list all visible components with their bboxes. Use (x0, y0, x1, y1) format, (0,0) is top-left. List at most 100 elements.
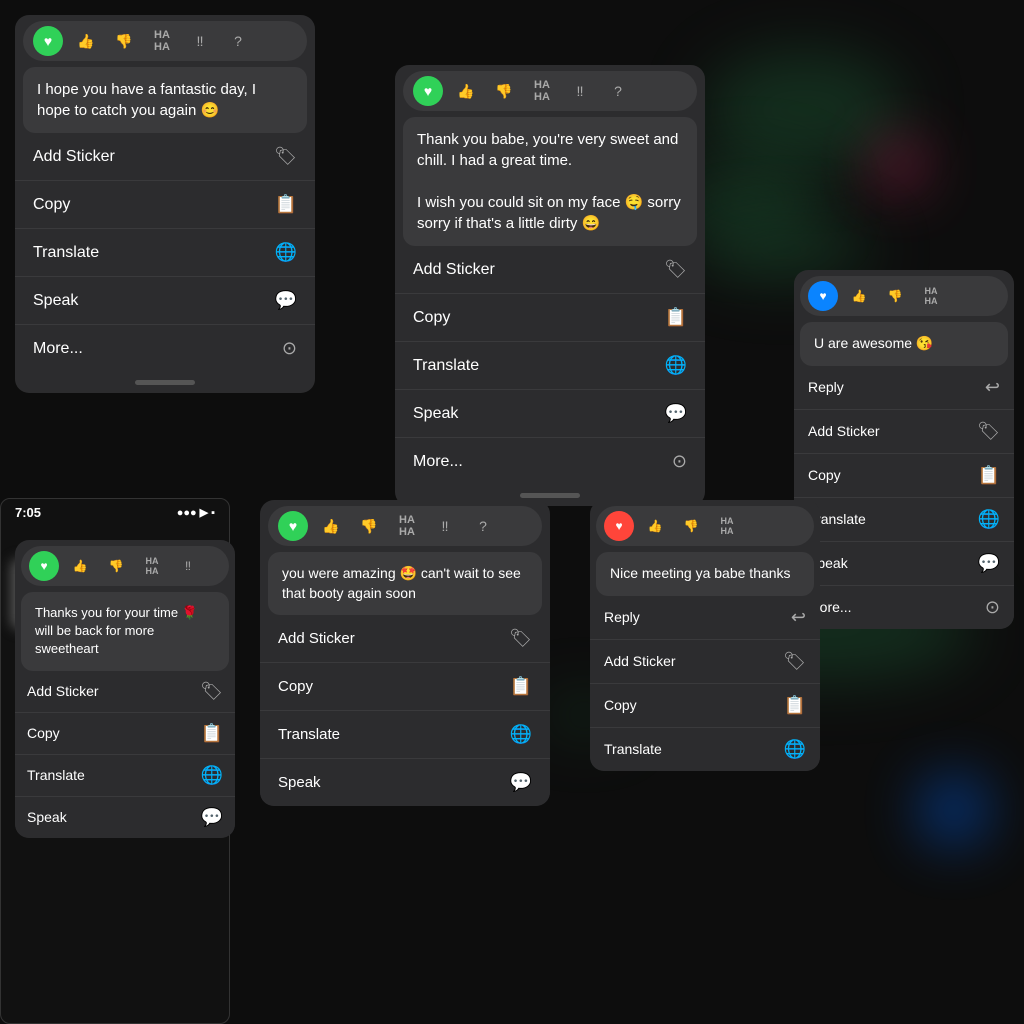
exclaim-btn-2[interactable]: ‼ (565, 76, 595, 106)
menu-copy-4[interactable]: Copy 📋 (260, 663, 550, 711)
message-text-4: you were amazing 🤩 can't wait to see tha… (282, 565, 521, 601)
menu-label: Translate (33, 244, 99, 262)
copy-icon-5: 📋 (784, 695, 806, 716)
thumbs-down-btn-6[interactable]: 👎 (101, 551, 131, 581)
heart-btn-6[interactable]: ♥ (29, 551, 59, 581)
menu-more-2[interactable]: More... ⊙ (395, 438, 705, 485)
menu-copy-2[interactable]: Copy 📋 (395, 294, 705, 342)
thumbs-down-btn-1[interactable]: 👎 (109, 26, 139, 56)
menu-add-sticker-1[interactable]: Add Sticker 🏷 (15, 133, 315, 181)
menu-add-sticker-2[interactable]: Add Sticker 🏷 (395, 246, 705, 294)
bg-blob-1 (704, 50, 904, 170)
menu-add-sticker-5[interactable]: Add Sticker 🏷 (590, 640, 820, 684)
thumbs-up-btn-2[interactable]: 👍 (451, 76, 481, 106)
menu-translate-3[interactable]: Translate 🌐 (794, 498, 1014, 542)
more-icon: ⊙ (282, 338, 297, 359)
menu-list-4: Add Sticker 🏷 Copy 📋 Translate 🌐 Speak 💬 (260, 615, 550, 806)
menu-translate-2[interactable]: Translate 🌐 (395, 342, 705, 390)
menu-add-sticker-6[interactable]: Add Sticker 🏷 (15, 671, 235, 713)
heart-btn-3[interactable]: ♥ (808, 281, 838, 311)
message-bubble-3: U are awesome 😘 (800, 322, 1008, 366)
message-bubble-2: Thank you babe, you're very sweet and ch… (403, 117, 697, 246)
speak-icon: 💬 (275, 290, 297, 311)
translate-icon-6: 🌐 (201, 765, 223, 786)
menu-copy-3[interactable]: Copy 📋 (794, 454, 1014, 498)
menu-translate-6[interactable]: Translate 🌐 (15, 755, 235, 797)
menu-translate-1[interactable]: Translate 🌐 (15, 229, 315, 277)
reply-icon-5: ↩ (791, 607, 806, 628)
menu-add-sticker-3[interactable]: Add Sticker 🏷 (794, 410, 1014, 454)
divider-1 (135, 380, 195, 385)
panel-5: ♥ 👍 👎 HAHA Nice meeting ya babe thanks R… (590, 500, 820, 771)
phone-status-bar: 7:05 ●●● ▶ ▪ (1, 499, 229, 526)
thumbs-down-btn-5[interactable]: 👎 (676, 511, 706, 541)
panel-2: ♥ 👍 👎 HAHA ‼ ? Thank you babe, you're ve… (395, 65, 705, 506)
copy-icon-3: 📋 (978, 465, 1000, 486)
message-text-2: Thank you babe, you're very sweet and ch… (417, 131, 681, 232)
exclaim-btn-4[interactable]: ‼ (430, 511, 460, 541)
sticker-icon-3: 🏷 (977, 421, 1000, 442)
menu-speak-3[interactable]: Speak 💬 (794, 542, 1014, 586)
menu-label: Add Sticker (278, 630, 355, 647)
message-text-3: U are awesome 😘 (814, 335, 933, 351)
message-text-1: I hope you have a fantastic day, I hope … (37, 81, 256, 119)
heart-btn-4[interactable]: ♥ (278, 511, 308, 541)
message-bubble-1: I hope you have a fantastic day, I hope … (23, 67, 307, 133)
message-text-5: Nice meeting ya babe thanks (610, 565, 791, 581)
question-btn-2[interactable]: ? (603, 76, 633, 106)
thumbs-down-btn-2[interactable]: 👎 (489, 76, 519, 106)
menu-reply-3[interactable]: Reply ↩ (794, 366, 1014, 410)
menu-label: Copy (27, 725, 60, 741)
copy-icon-6: 📋 (201, 723, 223, 744)
menu-label: Speak (413, 405, 458, 423)
menu-label: Translate (604, 741, 662, 757)
haha-btn-2[interactable]: HAHA (527, 76, 557, 106)
sticker-icon-5: 🏷 (783, 651, 806, 672)
menu-speak-2[interactable]: Speak 💬 (395, 390, 705, 438)
bg-blob-pink (879, 145, 919, 185)
thumbs-up-btn-4[interactable]: 👍 (316, 511, 346, 541)
haha-btn-5[interactable]: HAHA (712, 511, 742, 541)
menu-label: Speak (33, 292, 78, 310)
menu-speak-4[interactable]: Speak 💬 (260, 759, 550, 806)
menu-add-sticker-4[interactable]: Add Sticker 🏷 (260, 615, 550, 663)
exclaim-btn-6[interactable]: ‼ (173, 551, 203, 581)
thumbs-down-btn-3[interactable]: 👎 (880, 281, 910, 311)
haha-btn-1[interactable]: HAHA (147, 26, 177, 56)
speak-icon-4: 💬 (510, 772, 532, 793)
reaction-bar-6: ♥ 👍 👎 HAHA ‼ (21, 546, 229, 586)
menu-speak-1[interactable]: Speak 💬 (15, 277, 315, 325)
menu-copy-6[interactable]: Copy 📋 (15, 713, 235, 755)
menu-copy-1[interactable]: Copy 📋 (15, 181, 315, 229)
thumbs-up-btn-3[interactable]: 👍 (844, 281, 874, 311)
thumbs-up-btn-6[interactable]: 👍 (65, 551, 95, 581)
heart-btn-2[interactable]: ♥ (413, 76, 443, 106)
question-btn-4[interactable]: ? (468, 511, 498, 541)
copy-icon-4: 📋 (510, 676, 532, 697)
menu-label: More... (33, 340, 83, 358)
haha-btn-3[interactable]: HAHA (916, 281, 946, 311)
haha-btn-6[interactable]: HAHA (137, 551, 167, 581)
menu-copy-5[interactable]: Copy 📋 (590, 684, 820, 728)
reply-icon-3: ↩ (985, 377, 1000, 398)
menu-reply-5[interactable]: Reply ↩ (590, 596, 820, 640)
panel-1: ♥ 👍 👎 HAHA ‼ ? I hope you have a fantast… (15, 15, 315, 393)
thumbs-up-btn-5[interactable]: 👍 (640, 511, 670, 541)
question-btn-1[interactable]: ? (223, 26, 253, 56)
menu-more-3[interactable]: More... ⊙ (794, 586, 1014, 629)
thumbs-down-btn-4[interactable]: 👎 (354, 511, 384, 541)
haha-btn-4[interactable]: HAHA (392, 511, 422, 541)
menu-label: Copy (413, 309, 450, 327)
menu-translate-4[interactable]: Translate 🌐 (260, 711, 550, 759)
exclaim-btn-1[interactable]: ‼ (185, 26, 215, 56)
heart-btn-1[interactable]: ♥ (33, 26, 63, 56)
menu-translate-5[interactable]: Translate 🌐 (590, 728, 820, 771)
menu-label: Add Sticker (604, 653, 676, 669)
heart-btn-5[interactable]: ♥ (604, 511, 634, 541)
thumbs-up-btn-1[interactable]: 👍 (71, 26, 101, 56)
menu-more-1[interactable]: More... ⊙ (15, 325, 315, 372)
copy-icon: 📋 (275, 194, 297, 215)
menu-speak-6[interactable]: Speak 💬 (15, 797, 235, 838)
message-bubble-4: you were amazing 🤩 can't wait to see tha… (268, 552, 542, 615)
speak-icon-6: 💬 (201, 807, 223, 828)
